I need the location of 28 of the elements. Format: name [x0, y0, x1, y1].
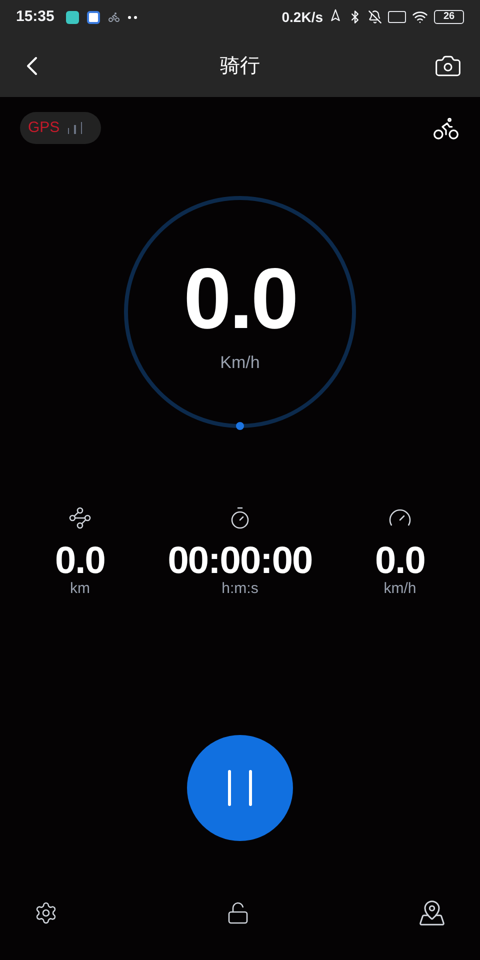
- gps-label: GPS: [28, 118, 60, 138]
- app-icon: [66, 10, 80, 24]
- lock-button[interactable]: [226, 900, 250, 925]
- wifi-icon: [412, 9, 428, 25]
- status-time: 15:35: [16, 6, 54, 27]
- stat-value: 0.0: [375, 542, 425, 580]
- stat-unit: km/h: [384, 580, 416, 599]
- map-button[interactable]: [418, 898, 446, 927]
- sim-icon: [388, 11, 406, 23]
- map-pin-icon: [418, 898, 446, 927]
- settings-icon: [34, 900, 58, 925]
- bell-off-icon: [368, 10, 382, 24]
- pause-icon: [228, 770, 252, 806]
- app-icon: [87, 10, 100, 24]
- settings-button[interactable]: [34, 900, 58, 925]
- lock-icon: [226, 900, 250, 925]
- more-icon: [128, 16, 138, 18]
- network-speed: 0.2K/s: [282, 8, 323, 26]
- stat-value: 00:00:00: [168, 542, 312, 580]
- signal-icon: [68, 122, 82, 134]
- battery-level: 26: [443, 12, 455, 22]
- speed-value: 0.0: [183, 256, 297, 342]
- speed-unit: Km/h: [220, 352, 260, 374]
- stat-unit: h:m:s: [222, 580, 258, 599]
- stat-value: 0.0: [55, 542, 105, 580]
- bike-icon: [108, 11, 120, 23]
- stat-unit: km: [70, 580, 90, 599]
- page-title: 骑行: [220, 54, 260, 78]
